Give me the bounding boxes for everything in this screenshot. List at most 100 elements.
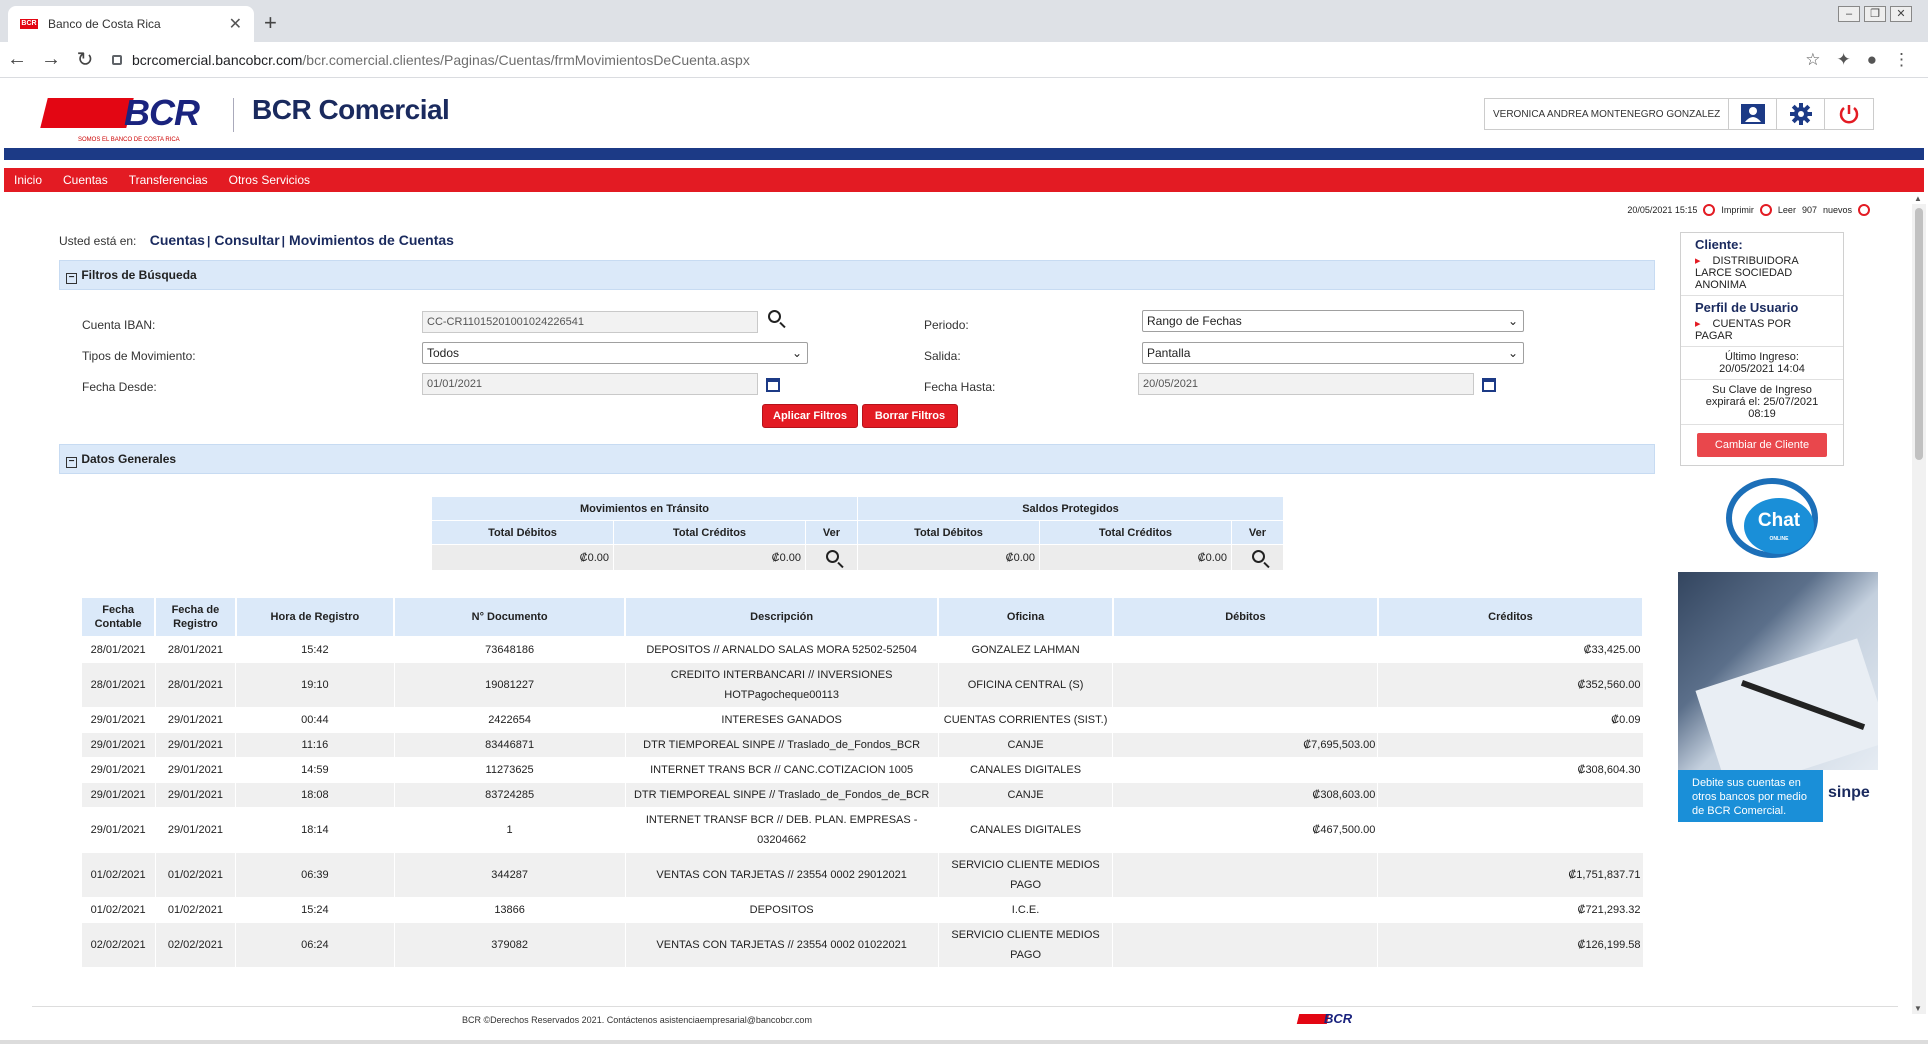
to-date-field[interactable]: 20/05/2021 (1138, 373, 1474, 395)
calendar-icon[interactable] (766, 378, 780, 392)
maximize-button[interactable]: ❐ (1864, 6, 1886, 22)
table-cell: 29/01/2021 (80, 782, 156, 808)
table-cell: 28/01/2021 (154, 636, 237, 663)
collapse-icon[interactable]: − (66, 457, 77, 468)
clear-filters-button[interactable]: Borrar Filtros (862, 404, 958, 428)
table-cell: CANALES DIGITALES (937, 757, 1114, 783)
footer: BCR ©Derechos Reservados 2021. Contácten… (32, 1006, 1898, 1032)
profile-header: Perfil de Usuario (1695, 300, 1799, 315)
table-cell: DEPOSITOS // ARNALDO SALAS MORA 52502-52… (624, 636, 939, 663)
scroll-down-icon[interactable]: ▼ (1914, 1004, 1922, 1013)
table-cell: ₡0.09 (1377, 707, 1644, 733)
profile-icon[interactable]: ● (1867, 50, 1877, 70)
transit-see-cell[interactable] (805, 544, 858, 571)
change-client-button[interactable]: Cambiar de Cliente (1697, 433, 1827, 457)
table-cell: ₡308,603.00 (1112, 782, 1379, 808)
table-cell: 29/01/2021 (80, 757, 156, 783)
favicon-icon: BCR (20, 19, 38, 29)
breadcrumb-cuentas[interactable]: Cuentas (150, 232, 205, 248)
minimize-button[interactable]: – (1838, 6, 1860, 22)
table-cell: 01/02/2021 (154, 852, 237, 898)
url-host: bcrcomercial.bancobcr.com (132, 51, 303, 68)
tab-title: Banco de Costa Rica (48, 17, 161, 31)
table-cell: 11273625 (393, 757, 626, 783)
logout-button[interactable] (1825, 99, 1873, 129)
table-cell: DEPOSITOS (624, 897, 939, 923)
iban-field[interactable]: CC-CR11015201001024226541 (422, 311, 758, 333)
mov-type-select[interactable]: Todos ⌄ (422, 342, 808, 364)
page-content: BCR SOMOS EL BANCO DE COSTA RICA BCR Com… (4, 78, 1926, 1044)
new-tab-button[interactable]: + (264, 10, 277, 36)
scroll-up-icon[interactable]: ▲ (1914, 194, 1922, 203)
tab-close-icon[interactable]: ✕ (229, 14, 242, 34)
menu-item-cuentas[interactable]: Cuentas (63, 173, 108, 187)
menu-item-inicio[interactable]: Inicio (14, 173, 42, 187)
back-button[interactable]: ← (0, 48, 34, 71)
print-icon[interactable] (1759, 204, 1772, 216)
bcr-logo[interactable]: BCR SOMOS EL BANCO DE COSTA RICA (40, 92, 210, 143)
from-date-field[interactable]: 01/01/2021 (422, 373, 758, 395)
table-cell: 11:16 (235, 732, 395, 758)
menu-item-otros-servicios[interactable]: Otros Servicios (229, 173, 310, 187)
transit-credits-header: Total Créditos (613, 520, 806, 545)
breadcrumb-consultar[interactable]: Consultar (214, 232, 279, 248)
menu-item-transferencias[interactable]: Transferencias (129, 173, 208, 187)
search-account-icon[interactable] (768, 310, 781, 323)
url-field[interactable]: bcrcomercial.bancobcr.com/bcr.comercial.… (112, 46, 1805, 74)
new-label: nuevos (1822, 205, 1852, 215)
table-cell (1112, 636, 1379, 663)
protected-see-cell[interactable] (1231, 544, 1284, 571)
chat-widget[interactable]: Chat ONLINE (1718, 478, 1828, 568)
scroll-thumb[interactable] (1915, 208, 1923, 460)
browser-tabbar: BCR Banco de Costa Rica ✕ + – ❐ ✕ (0, 0, 1928, 42)
client-header: Cliente: (1695, 237, 1743, 252)
user-profile-button[interactable] (1729, 99, 1778, 129)
table-cell: 02/02/2021 (154, 922, 237, 968)
promo-image[interactable] (1678, 572, 1878, 770)
apply-filters-button[interactable]: Aplicar Filtros (762, 404, 858, 428)
table-cell: CUENTAS CORRIENTES (SIST.) (937, 707, 1114, 733)
mail-icon[interactable] (1858, 204, 1870, 216)
table-cell (1112, 757, 1379, 783)
calendar-icon[interactable] (1482, 378, 1496, 392)
from-label: Fecha Desde: (82, 380, 157, 394)
table-cell: OFICINA CENTRAL (S) (937, 662, 1114, 708)
col-creditos: Créditos (1376, 596, 1645, 638)
search-icon[interactable] (826, 550, 839, 563)
print-link[interactable]: Imprimir (1721, 205, 1754, 215)
col-debitos: Débitos (1111, 596, 1379, 638)
table-cell: 01/02/2021 (80, 897, 156, 923)
protected-credits-header: Total Créditos (1039, 520, 1232, 545)
table-cell: 344287 (393, 852, 626, 898)
reload-button[interactable]: ↻ (68, 47, 102, 72)
bookmark-star-icon[interactable]: ☆ (1805, 50, 1820, 70)
general-header[interactable]: − Datos Generales (59, 444, 1655, 474)
collapse-icon[interactable]: − (66, 273, 77, 284)
promo-banner[interactable]: Debite sus cuentas en otros bancos por m… (1678, 770, 1878, 822)
period-value: Rango de Fechas (1147, 314, 1242, 328)
close-window-button[interactable]: ✕ (1890, 6, 1912, 22)
settings-button[interactable] (1777, 99, 1826, 129)
table-row: 29/01/2021 29/01/2021 18:14 1 INTERNET TRANS… (80, 807, 1644, 853)
last-login-value: 20/05/2021 14:04 (1719, 363, 1805, 375)
table-cell: 02/02/2021 (80, 922, 156, 968)
user-name: VERONICA ANDREA MONTENEGRO GONZALEZ (1485, 99, 1730, 129)
read-link[interactable]: Leer (1778, 205, 1796, 215)
sinpe-logo: sinpe (1828, 784, 1870, 801)
period-select[interactable]: Rango de Fechas ⌄ (1142, 310, 1524, 332)
table-cell: ₡308,604.30 (1377, 757, 1644, 783)
table-cell (1377, 807, 1644, 853)
clock-icon (1703, 204, 1716, 216)
user-box: VERONICA ANDREA MONTENEGRO GONZALEZ (1484, 98, 1875, 130)
forward-button[interactable]: → (34, 48, 68, 71)
page-scrollbar[interactable]: ▲ ▼ (1912, 194, 1926, 1014)
filters-header[interactable]: − Filtros de Búsqueda (59, 260, 1655, 290)
extensions-icon[interactable]: ✦ (1836, 50, 1850, 70)
table-cell: 18:08 (235, 782, 395, 808)
browser-tab[interactable]: BCR Banco de Costa Rica ✕ (8, 6, 254, 42)
browser-menu-icon[interactable]: ⋮ (1893, 50, 1910, 70)
output-select[interactable]: Pantalla ⌄ (1142, 342, 1524, 364)
table-row: 01/02/2021 01/02/2021 06:39 344287 VENTAS CO… (80, 852, 1644, 898)
table-cell: 29/01/2021 (80, 732, 156, 758)
search-icon[interactable] (1252, 550, 1265, 563)
